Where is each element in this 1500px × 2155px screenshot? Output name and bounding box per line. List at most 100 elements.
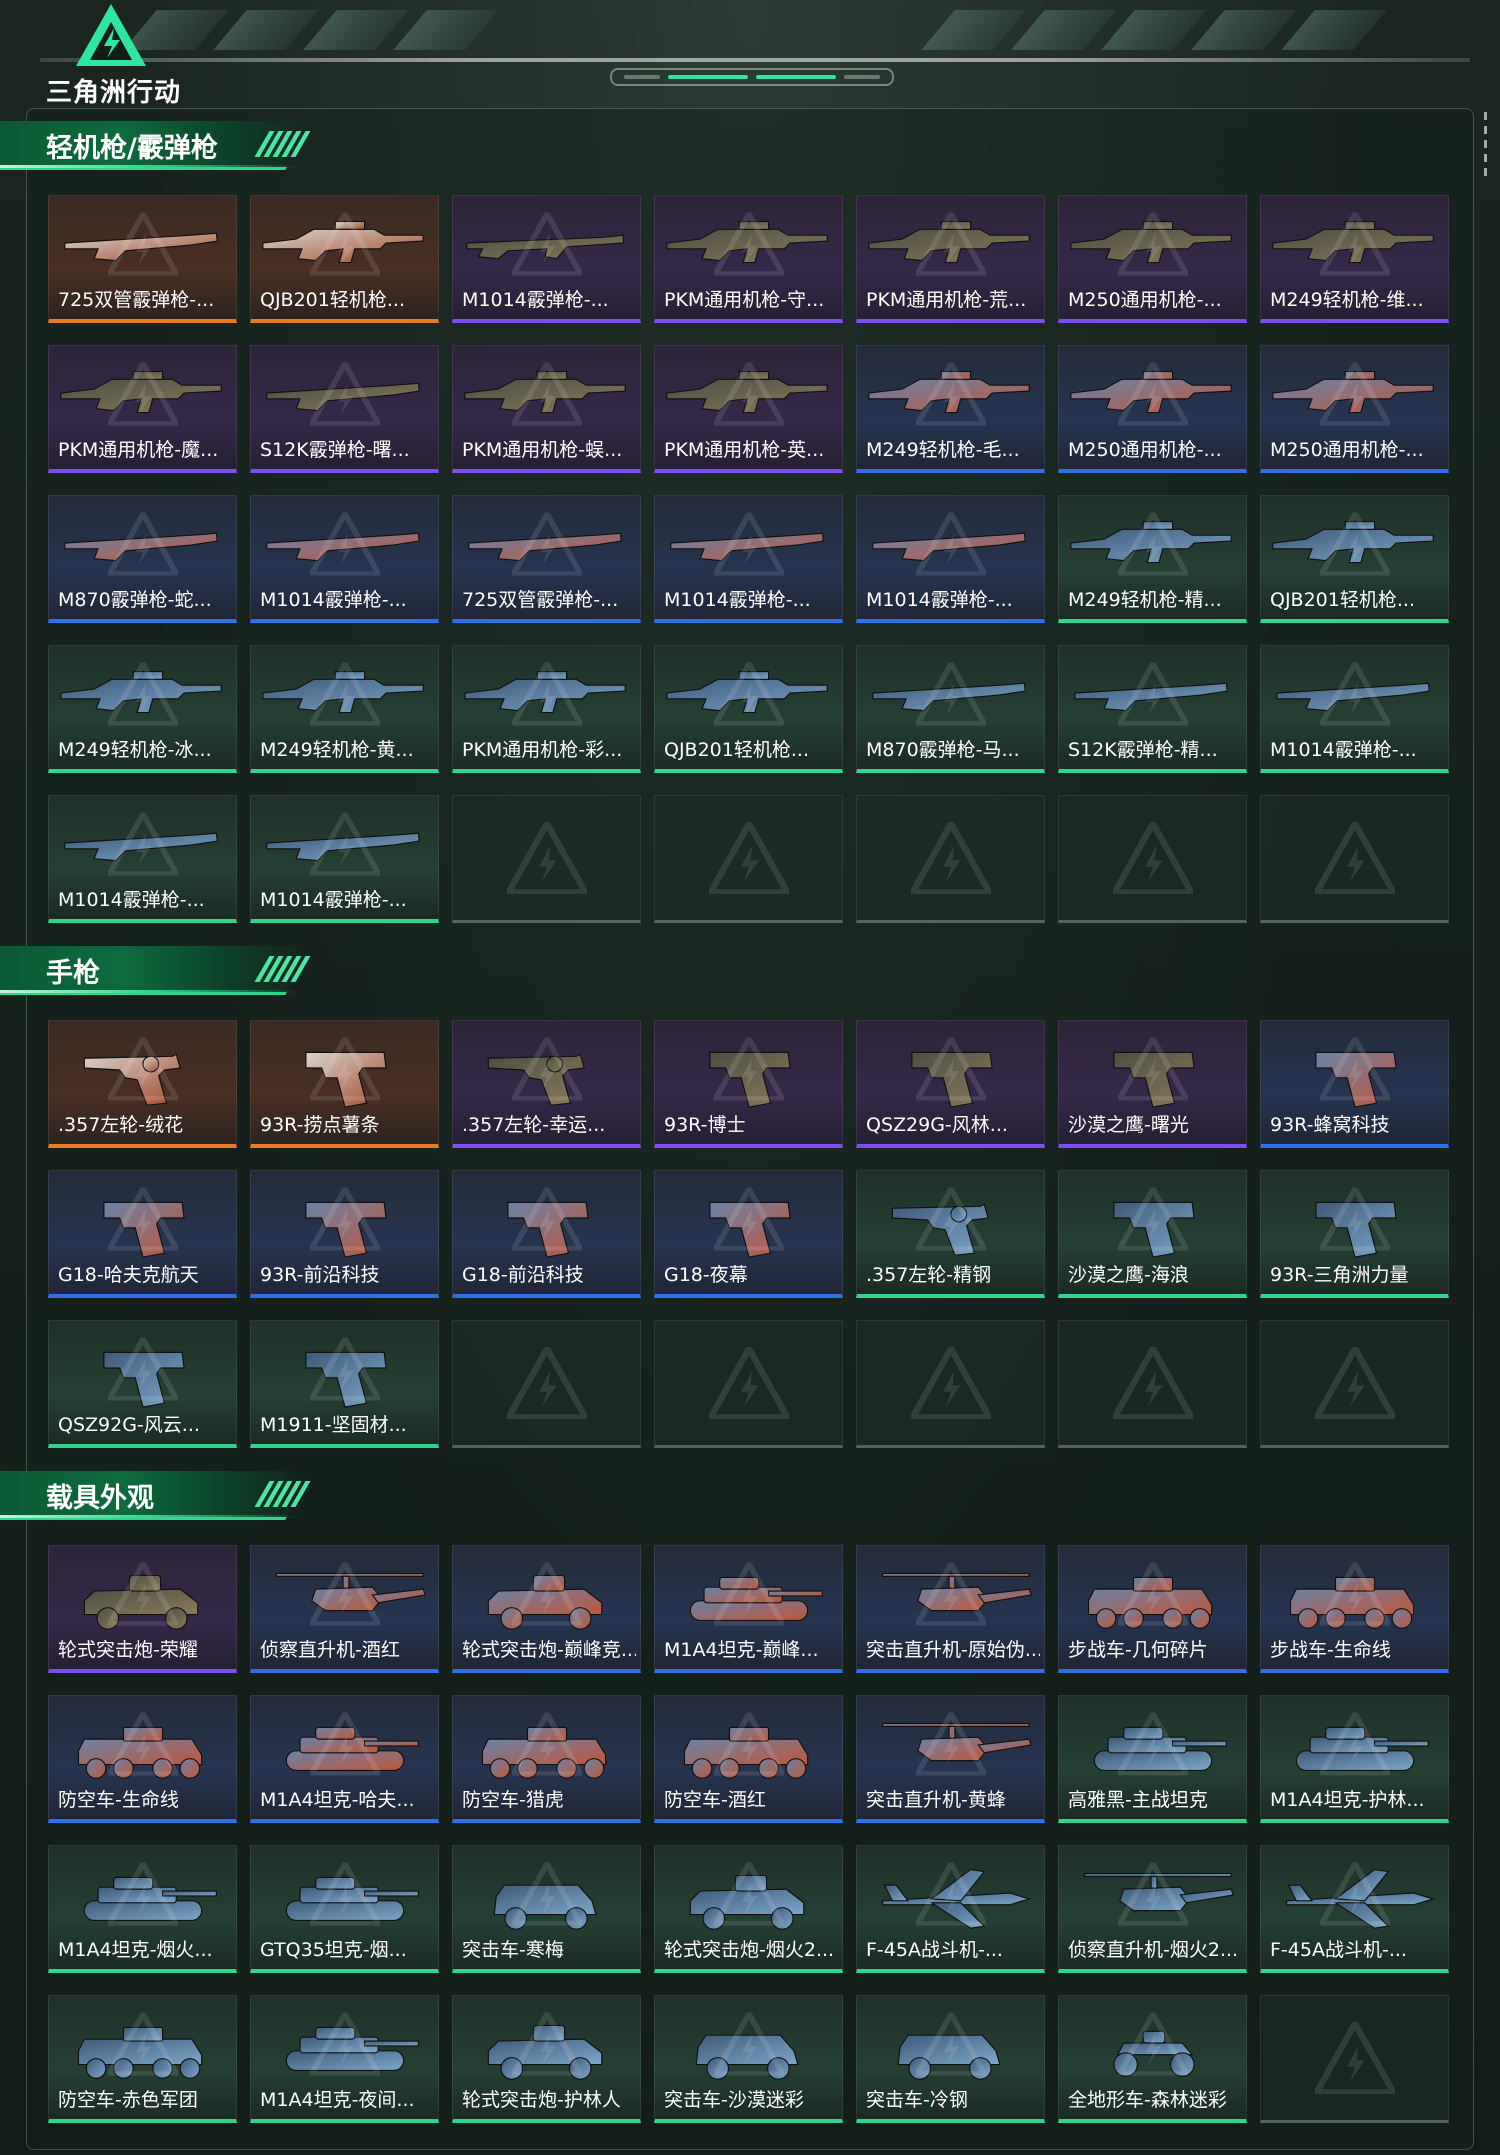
skin-card[interactable]: 突击车-沙漠迷彩 [654, 1995, 843, 2123]
skin-card[interactable]: 93R-捞点薯条 [250, 1020, 439, 1148]
skin-name: S12K霰弹枪-曙... [260, 439, 410, 461]
skin-name: M1014霰弹枪-... [462, 289, 609, 311]
skin-card[interactable]: 突击直升机-黄蜂 [856, 1695, 1045, 1823]
skin-card[interactable]: 防空车-生命线 [48, 1695, 237, 1823]
skin-card[interactable]: 93R-前沿科技 [250, 1170, 439, 1298]
skin-card[interactable]: M1A4坦克-烟火... [48, 1845, 237, 1973]
skin-card[interactable]: M249轻机枪-黄... [250, 645, 439, 773]
skin-card[interactable]: M1A4坦克-哈夫... [250, 1695, 439, 1823]
skin-card[interactable]: QSZ92G-风云... [48, 1320, 237, 1448]
skin-card[interactable]: M1014霰弹枪-... [250, 495, 439, 623]
skin-card[interactable]: QJB201轻机枪... [1260, 495, 1449, 623]
delta-watermark-icon [1117, 1562, 1188, 1626]
skin-card[interactable]: 93R-博士 [654, 1020, 843, 1148]
skin-card[interactable]: G18-哈夫克航天 [48, 1170, 237, 1298]
skin-preview [1059, 346, 1246, 442]
skin-name: 轮式突击炮-护林人 [462, 2089, 621, 2111]
skin-card[interactable]: PKM通用机枪-守... [654, 195, 843, 323]
skin-card[interactable]: M1014霰弹枪-... [250, 795, 439, 923]
skin-card[interactable]: 突击车-寒梅 [452, 1845, 641, 1973]
delta-watermark-icon [1319, 1187, 1390, 1251]
skin-card[interactable]: 突击车-冷钢 [856, 1995, 1045, 2123]
skin-card[interactable]: .357左轮-绒花 [48, 1020, 237, 1148]
skin-card[interactable]: 侦察直升机-烟火2... [1058, 1845, 1247, 1973]
empty-slot [654, 795, 843, 923]
skin-name: 侦察直升机-酒红 [260, 1639, 400, 1661]
skin-card[interactable]: M1014霰弹枪-... [654, 495, 843, 623]
skin-card[interactable]: G18-夜幕 [654, 1170, 843, 1298]
skin-card[interactable]: 725双管霰弹枪-... [452, 495, 641, 623]
skin-name: F-45A战斗机-... [1270, 1939, 1407, 1961]
skin-card[interactable]: 步战车-几何碎片 [1058, 1545, 1247, 1673]
skin-card[interactable]: M1A4坦克-夜间... [250, 1995, 439, 2123]
skin-card[interactable]: G18-前沿科技 [452, 1170, 641, 1298]
skin-card[interactable]: 防空车-酒红 [654, 1695, 843, 1823]
skin-name: PKM通用机枪-彩... [462, 739, 623, 761]
skin-card[interactable]: 高雅黑-主战坦克 [1058, 1695, 1247, 1823]
skin-preview [1059, 646, 1246, 742]
skin-card[interactable]: PKM通用机枪-蜈... [452, 345, 641, 473]
skin-card[interactable]: 沙漠之鹰-曙光 [1058, 1020, 1247, 1148]
skin-card[interactable]: M870霰弹枪-蛇... [48, 495, 237, 623]
skin-preview [655, 346, 842, 442]
skin-card[interactable]: PKM通用机枪-英... [654, 345, 843, 473]
skin-card[interactable]: GTQ35坦克-烟... [250, 1845, 439, 1973]
skin-card[interactable]: M1A4坦克-巅峰... [654, 1545, 843, 1673]
skin-card[interactable]: M1A4坦克-护林... [1260, 1695, 1449, 1823]
skin-card[interactable]: PKM通用机枪-彩... [452, 645, 641, 773]
delta-watermark-icon [915, 2012, 986, 2076]
delta-watermark-icon [1314, 1347, 1395, 1419]
skin-card[interactable]: M249轻机枪-毛... [856, 345, 1045, 473]
skin-card[interactable]: M1911-坚固材... [250, 1320, 439, 1448]
skin-card[interactable]: M249轻机枪-精... [1058, 495, 1247, 623]
skin-card[interactable]: F-45A战斗机-... [1260, 1845, 1449, 1973]
skin-card[interactable]: 全地形车-森林迷彩 [1058, 1995, 1247, 2123]
skin-card[interactable]: 93R-蜂窝科技 [1260, 1020, 1449, 1148]
skin-card[interactable]: 轮式突击炮-护林人 [452, 1995, 641, 2123]
skin-name: M1911-坚固材... [260, 1414, 407, 1436]
skin-card[interactable]: M250通用机枪-... [1260, 345, 1449, 473]
skin-card[interactable]: .357左轮-幸运... [452, 1020, 641, 1148]
skin-card[interactable]: M249轻机枪-冰... [48, 645, 237, 773]
skin-card[interactable]: PKM通用机枪-魔... [48, 345, 237, 473]
skin-name: 93R-蜂窝科技 [1270, 1114, 1390, 1136]
skin-card[interactable]: 侦察直升机-酒红 [250, 1545, 439, 1673]
skin-card[interactable]: M1014霰弹枪-... [452, 195, 641, 323]
skin-card[interactable]: M250通用机枪-... [1058, 345, 1247, 473]
skin-card[interactable]: M1014霰弹枪-... [856, 495, 1045, 623]
skin-card[interactable]: 轮式突击炮-荣耀 [48, 1545, 237, 1673]
scroll-indicator[interactable] [1484, 112, 1490, 182]
skin-name: S12K霰弹枪-精... [1068, 739, 1218, 761]
skin-preview [655, 1546, 842, 1642]
skin-name: M249轻机枪-精... [1068, 589, 1222, 611]
skin-card[interactable]: QSZ29G-风林... [856, 1020, 1045, 1148]
skin-preview [1059, 1171, 1246, 1267]
skin-card[interactable]: S12K霰弹枪-曙... [250, 345, 439, 473]
skin-card[interactable]: 轮式突击炮-烟火2... [654, 1845, 843, 1973]
skin-card[interactable]: M249轻机枪-维... [1260, 195, 1449, 323]
skin-card[interactable]: S12K霰弹枪-精... [1058, 645, 1247, 773]
skin-card[interactable]: 防空车-赤色军团 [48, 1995, 237, 2123]
skin-name: M1A4坦克-烟火... [58, 1939, 213, 1961]
skin-card[interactable]: 沙漠之鹰-海浪 [1058, 1170, 1247, 1298]
skin-card[interactable]: .357左轮-精钢 [856, 1170, 1045, 1298]
skin-card[interactable]: 防空车-猎虎 [452, 1695, 641, 1823]
skin-card[interactable]: F-45A战斗机-... [856, 1845, 1045, 1973]
skin-card[interactable]: 突击直升机-原始伪... [856, 1545, 1045, 1673]
delta-watermark-icon [107, 212, 178, 276]
skin-preview [857, 196, 1044, 292]
skin-card[interactable]: PKM通用机枪-荒... [856, 195, 1045, 323]
skin-card[interactable]: QJB201轻机枪... [654, 645, 843, 773]
skin-card[interactable]: 轮式突击炮-巅峰竞... [452, 1545, 641, 1673]
skin-preview [1059, 1996, 1246, 2092]
delta-watermark-icon [1319, 212, 1390, 276]
skin-card[interactable]: M870霰弹枪-马... [856, 645, 1045, 773]
skin-card[interactable]: M1014霰弹枪-... [48, 795, 237, 923]
skin-card[interactable]: 93R-三角洲力量 [1260, 1170, 1449, 1298]
skin-card[interactable]: 步战车-生命线 [1260, 1545, 1449, 1673]
skin-card[interactable]: M250通用机枪-... [1058, 195, 1247, 323]
skin-name: 沙漠之鹰-海浪 [1068, 1264, 1189, 1286]
skin-card[interactable]: 725双管霰弹枪-... [48, 195, 237, 323]
skin-card[interactable]: M1014霰弹枪-... [1260, 645, 1449, 773]
skin-card[interactable]: QJB201轻机枪... [250, 195, 439, 323]
